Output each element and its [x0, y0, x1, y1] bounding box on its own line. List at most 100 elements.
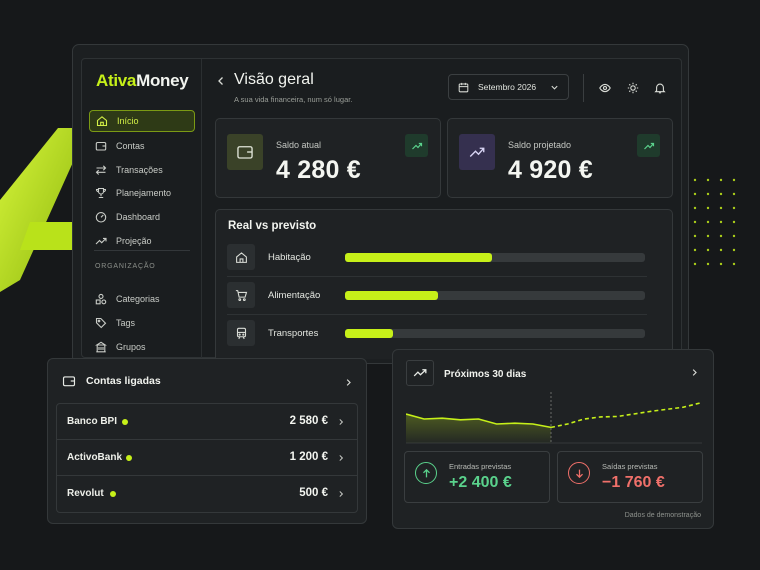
accent-bar-shape [20, 222, 74, 250]
account-balance: 1 200 € [289, 451, 328, 463]
sidebar-item-label: Início [117, 116, 139, 126]
card-title: Contas ligadas [86, 375, 161, 387]
budget-row-habitacao[interactable]: Habitação [227, 244, 647, 272]
panel-title: Real vs previsto [228, 220, 317, 232]
category-label: Habitação [268, 252, 311, 263]
account-status-dot [122, 419, 128, 425]
sidebar-section-caption: ORGANIZAÇÃO [95, 263, 156, 270]
sidebar-item-projecao[interactable]: Projeção [89, 230, 195, 252]
tag-icon [95, 317, 107, 329]
outflow-value: −1 760 € [602, 474, 665, 491]
inflow-summary[interactable]: Entradas previstas +2 400 € [404, 451, 550, 503]
account-row[interactable]: Banco BPI 2 580 € [57, 404, 357, 440]
sidebar-item-label: Transações [116, 165, 163, 175]
wallet-icon [62, 376, 76, 387]
card-title: Próximos 30 dias [444, 369, 527, 380]
trend-line-icon [406, 360, 434, 386]
bell-icon[interactable] [654, 82, 666, 94]
chevron-right-icon[interactable] [690, 368, 699, 377]
shapes-icon [95, 293, 107, 305]
home-icon [96, 116, 108, 127]
building-icon [95, 341, 107, 353]
wallet-icon [95, 141, 107, 151]
house-icon [227, 244, 255, 270]
trend-up-icon [637, 134, 660, 157]
sidebar-item-categorias[interactable]: Categorias [89, 288, 195, 310]
sidebar-item-label: Planejamento [116, 188, 172, 198]
sidebar-item-label: Tags [116, 318, 136, 328]
app-frame: AtivaMoney Início Contas Transações Plan… [81, 58, 682, 359]
dot-grid-pattern [693, 178, 736, 266]
arrow-up-icon [415, 462, 437, 484]
sidebar-item-label: Projeção [116, 236, 152, 246]
transfer-arrows-icon [95, 165, 107, 175]
account-row[interactable]: Revolut 500 € [57, 476, 357, 512]
stat-label: Saldo projetado [508, 140, 572, 150]
month-selector-value: Setembro 2026 [478, 82, 537, 92]
eye-icon[interactable] [599, 82, 611, 94]
chevron-down-icon [551, 85, 558, 90]
trend-up-icon [95, 237, 107, 245]
demo-data-footnote: Dados de demonstração [624, 512, 701, 519]
stat-value: 4 920 € [508, 156, 593, 184]
sidebar-item-tags[interactable]: Tags [89, 312, 195, 334]
account-name: Banco BPI [67, 416, 118, 427]
projected-series-line [550, 402, 701, 429]
outflow-label: Saídas previstas [602, 462, 658, 471]
budget-row-transportes[interactable]: Transportes [227, 320, 647, 348]
cart-icon [227, 282, 255, 308]
account-status-dot [126, 455, 132, 461]
real-vs-previsto-panel: Real vs previsto Habitação Alimentação T… [215, 209, 673, 359]
account-balance: 2 580 € [289, 415, 328, 427]
progress-fill [345, 253, 492, 262]
sidebar-item-grupos[interactable]: Grupos [89, 336, 195, 358]
sidebar-item-contas[interactable]: Contas [89, 135, 195, 157]
calendar-icon [458, 82, 469, 92]
sidebar-item-planejamento[interactable]: Planejamento [89, 182, 195, 204]
wallet-icon [227, 134, 263, 170]
forecast-chart [406, 392, 702, 444]
forecast-card: Próximos 30 dias Entradas previstas +2 4… [392, 349, 714, 529]
inflow-label: Entradas previstas [449, 462, 512, 471]
chevron-right-icon [339, 455, 344, 461]
sidebar-item-label: Categorias [116, 294, 160, 304]
progress-track [345, 291, 645, 300]
sidebar-divider [94, 250, 190, 251]
sun-icon[interactable] [627, 82, 639, 94]
chevron-right-icon [339, 491, 344, 497]
sidebar-item-label: Dashboard [116, 212, 161, 222]
account-name: Revolut [67, 488, 104, 499]
month-selector[interactable]: Setembro 2026 [448, 74, 569, 100]
sidebar-item-inicio[interactable]: Início [89, 110, 195, 132]
stat-label: Saldo atual [276, 140, 322, 150]
chevron-right-icon[interactable] [344, 378, 353, 387]
sidebar-item-dashboard[interactable]: Dashboard [89, 206, 195, 228]
sidebar-item-label: Grupos [116, 342, 146, 352]
progress-fill [345, 329, 393, 338]
progress-track [345, 329, 645, 338]
gauge-icon [95, 212, 107, 223]
progress-fill [345, 291, 438, 300]
trophy-icon [95, 187, 107, 199]
brand-logo[interactable]: AtivaMoney [96, 71, 189, 91]
accent-stroke-shape [0, 128, 74, 292]
stat-card-saldo-atual[interactable]: Saldo atual 4 280 € [215, 118, 441, 198]
trend-up-icon [405, 134, 428, 157]
sidebar-item-transacoes[interactable]: Transações [89, 159, 195, 181]
account-row[interactable]: ActivoBank 1 200 € [57, 440, 357, 476]
chevron-left-icon[interactable] [215, 75, 227, 87]
chevron-right-icon [339, 419, 344, 425]
account-status-dot [110, 491, 116, 497]
arrow-down-icon [568, 462, 590, 484]
row-divider [227, 314, 647, 315]
row-divider [227, 276, 647, 277]
brand-name-part1: Ativa [96, 71, 137, 90]
linked-accounts-card: Contas ligadas Banco BPI 2 580 € ActivoB… [47, 358, 367, 524]
progress-track [345, 253, 645, 262]
account-balance: 500 € [299, 487, 328, 499]
stat-card-saldo-projetado[interactable]: Saldo projetado 4 920 € [447, 118, 673, 198]
budget-row-alimentacao[interactable]: Alimentação [227, 282, 647, 310]
chart-up-icon [459, 134, 495, 170]
sidebar: AtivaMoney Início Contas Transações Plan… [82, 59, 202, 359]
outflow-summary[interactable]: Saídas previstas −1 760 € [557, 451, 703, 503]
